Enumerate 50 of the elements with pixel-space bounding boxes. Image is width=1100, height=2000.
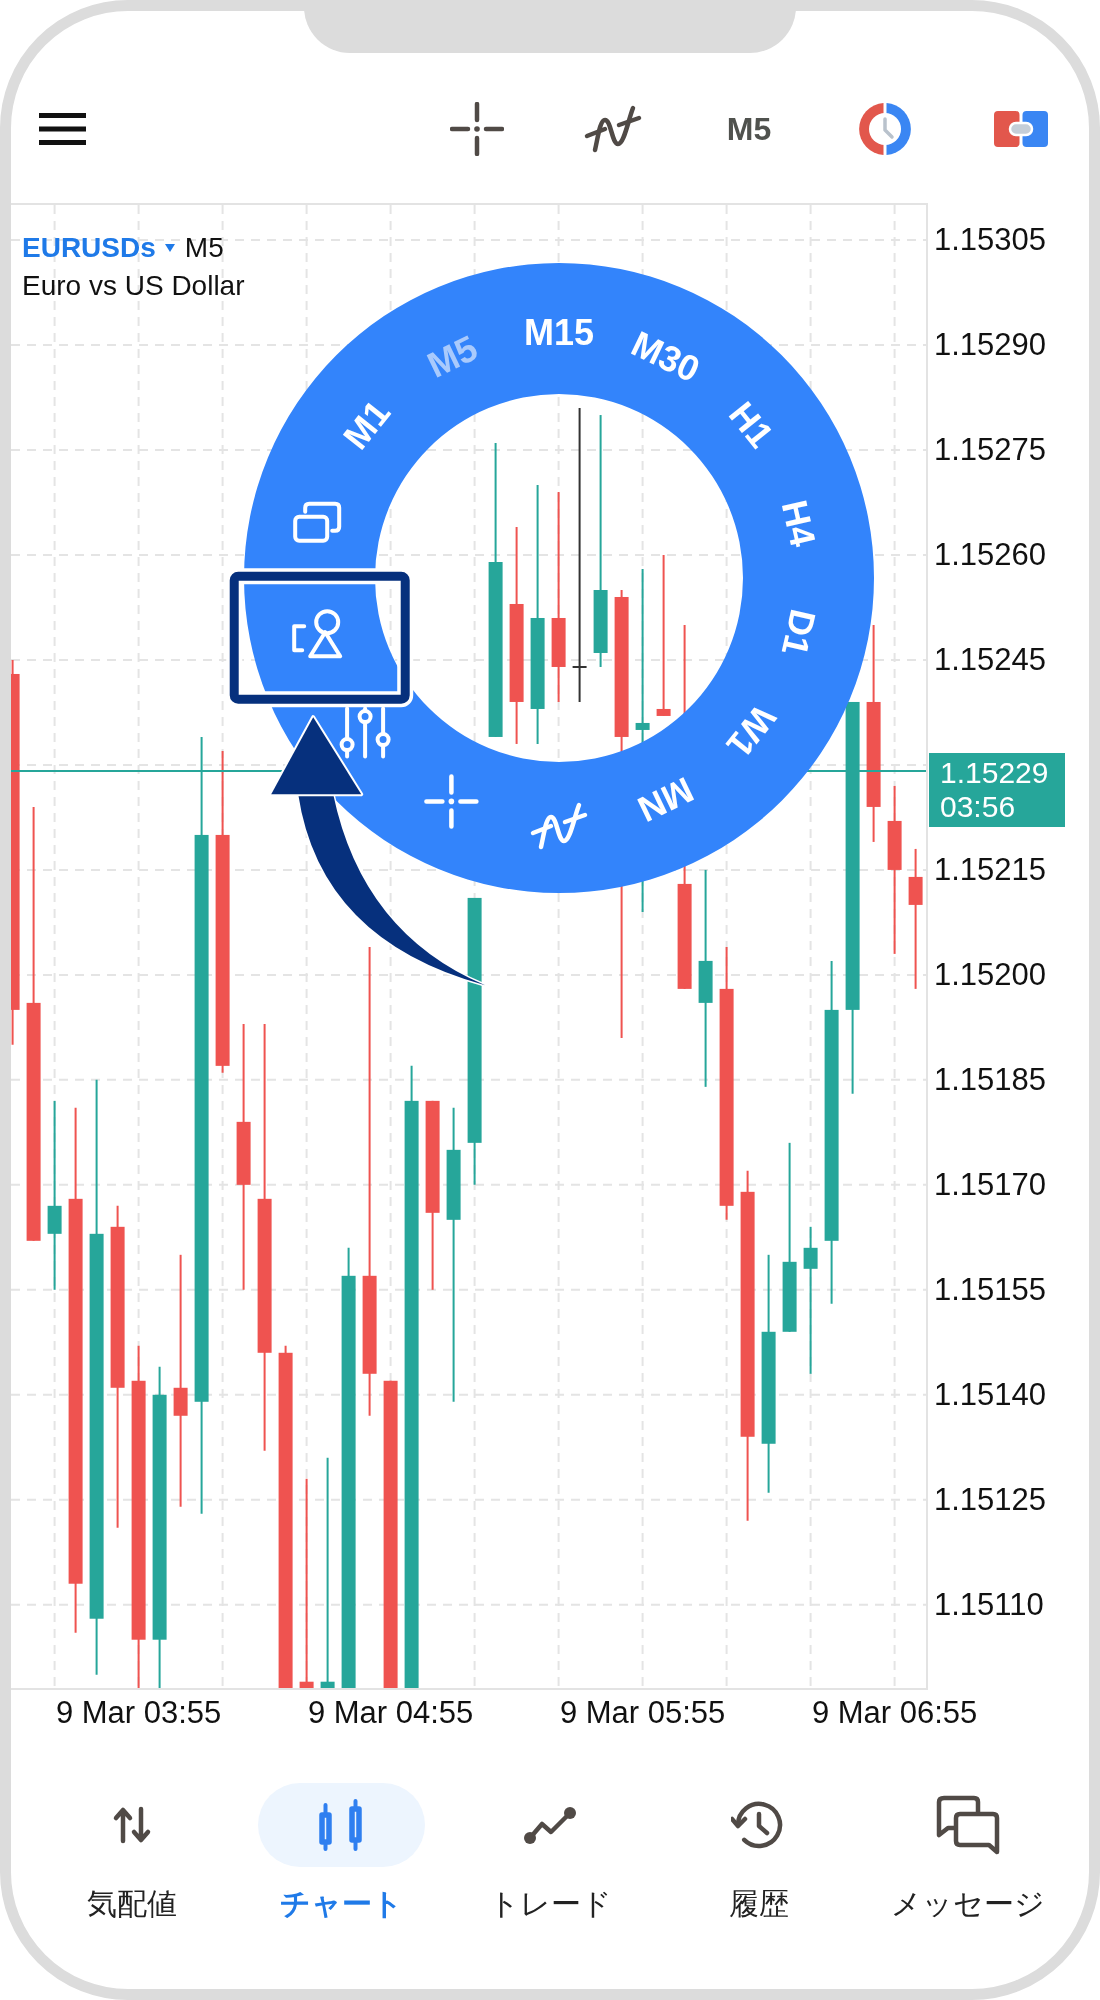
price-label: 1.15185 xyxy=(934,1061,1047,1098)
nav-tab[interactable]: メッセージ xyxy=(863,1783,1073,1924)
price-label: 1.15305 xyxy=(934,222,1047,259)
price-label: 1.15125 xyxy=(934,1481,1047,1518)
nav-tab[interactable]: 履歴 xyxy=(654,1783,864,1924)
timeframe-option[interactable]: W1 xyxy=(718,697,785,766)
timeframe-option[interactable]: H1 xyxy=(720,393,782,456)
chat-bubbles-icon xyxy=(936,1795,1000,1855)
up-down-arrows-icon xyxy=(111,1806,153,1844)
time-label: 9 Mar 04:55 xyxy=(307,1694,474,1732)
symbol-name[interactable]: EURUSDs xyxy=(22,229,156,267)
current-price: 1.15229 xyxy=(940,756,1050,790)
price-label: 1.15275 xyxy=(934,432,1047,469)
time-label: 9 Mar 06:55 xyxy=(811,1694,978,1732)
price-label: 1.15260 xyxy=(934,537,1047,573)
bar-countdown: 03:56 xyxy=(940,790,1017,824)
nav-tab[interactable]: トレード xyxy=(445,1783,655,1924)
crosshair-icon[interactable] xyxy=(424,774,479,829)
symbol-description: Euro vs US Dollar xyxy=(22,269,245,303)
wave-icon xyxy=(584,105,642,153)
price-label: 1.15200 xyxy=(934,956,1047,993)
timeframe-option[interactable]: M5 xyxy=(420,327,484,386)
nav-tab[interactable]: 気配値 xyxy=(27,1783,237,1924)
clock-icon xyxy=(858,102,912,156)
sliders-icon[interactable] xyxy=(339,706,391,759)
windows-icon[interactable] xyxy=(293,501,342,543)
crosshair-icon xyxy=(450,102,504,156)
menu-icon xyxy=(39,113,86,145)
time-label: 9 Mar 05:55 xyxy=(559,1694,726,1732)
timeframe-option[interactable]: D1 xyxy=(773,605,824,660)
timeframe-option[interactable]: M1 xyxy=(335,392,399,457)
wave-icon[interactable] xyxy=(530,802,588,850)
price-label: 1.15110 xyxy=(934,1586,1044,1623)
split-toggle-icon xyxy=(994,111,1048,147)
timeframe-option[interactable]: M30 xyxy=(625,322,707,391)
shapes-icon[interactable] xyxy=(292,609,343,659)
timeframe-button[interactable]: M5 xyxy=(722,107,776,151)
timeframe-option[interactable]: MN xyxy=(631,768,700,831)
price-label: 1.15215 xyxy=(934,851,1047,888)
price-label: 1.15140 xyxy=(934,1376,1047,1413)
timeframe-option[interactable]: H4 xyxy=(773,496,824,551)
price-label: 1.15155 xyxy=(934,1271,1047,1308)
timeframe-option[interactable]: M15 xyxy=(524,311,594,353)
chart-timeframe: M5 xyxy=(184,231,224,265)
time-label: 9 Mar 03:55 xyxy=(55,1694,222,1732)
price-label: 1.15170 xyxy=(934,1166,1047,1203)
caret-icon[interactable] xyxy=(164,244,175,252)
price-label: 1.15245 xyxy=(934,641,1047,678)
price-label: 1.15290 xyxy=(934,327,1047,364)
nav-tab[interactable]: チャート xyxy=(236,1783,446,1924)
